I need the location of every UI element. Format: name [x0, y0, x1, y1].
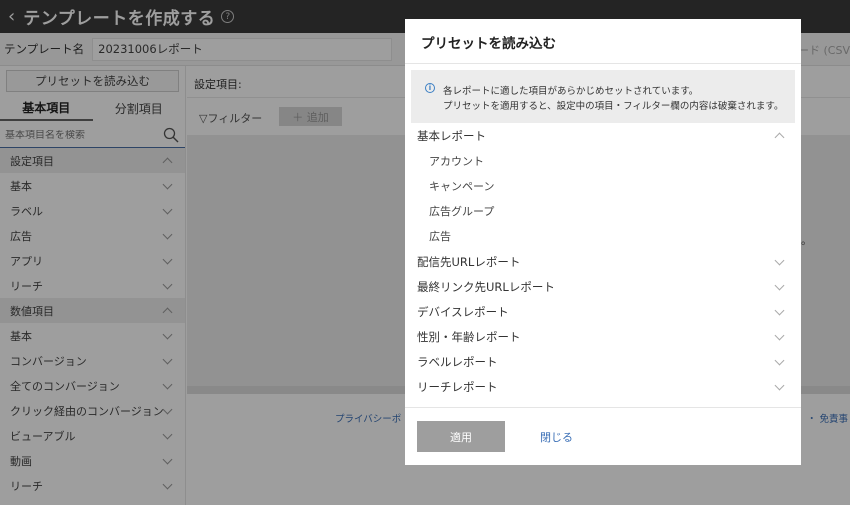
preset-group[interactable]: 配信先URLレポート	[405, 249, 801, 274]
chevron-down-icon	[774, 280, 785, 291]
chevron-down-icon	[774, 305, 785, 316]
preset-list: 基本レポートアカウントキャンペーン 広告グループ 広告配信先URLレポート最終リンク…	[405, 123, 801, 400]
preset-label: 広告グループ	[429, 205, 495, 219]
close-button[interactable]: 閉じる	[540, 429, 573, 445]
preset-dialog: プリセットを読み込む i 各レポートに適した項目があらかじめセットされています。…	[405, 19, 801, 465]
info-icon: i	[425, 83, 435, 93]
preset-group[interactable]: リーチレポート	[405, 375, 801, 400]
chevron-down-icon	[774, 381, 785, 391]
preset-label: 性別・年齢レポート	[417, 330, 521, 345]
preset-label: 基本レポート	[417, 128, 486, 143]
preset-label: 配信先URLレポート	[417, 254, 521, 269]
preset-group[interactable]: 基本レポート	[405, 123, 801, 148]
preset-label: 広告	[429, 230, 451, 244]
preset-label: キャンペーン	[429, 179, 495, 193]
preset-group[interactable]: 性別・年齢レポート	[405, 325, 801, 350]
divider	[405, 407, 801, 408]
preset-label: ラベルレポート	[417, 355, 498, 370]
preset-label: リーチレポート	[417, 380, 498, 395]
divider	[405, 63, 801, 64]
chevron-down-icon	[774, 330, 785, 341]
info-text-2: プリセットを適用すると、設定中の項目・フィルター欄の内容は破棄されます。	[443, 101, 784, 112]
preset-group[interactable]: 最終リンク先URLレポート	[405, 274, 801, 299]
preset-option[interactable]: 広告グループ	[405, 199, 801, 224]
preset-group[interactable]: ラベルレポート	[405, 350, 801, 375]
chevron-down-icon	[774, 355, 785, 366]
preset-option[interactable]: キャンペーン	[405, 173, 801, 198]
preset-label: デバイスレポート	[417, 304, 509, 319]
chevron-up-icon	[774, 132, 785, 143]
dialog-title: プリセットを読み込む	[421, 36, 556, 52]
info-text-1: 各レポートに適した項目があらかじめセットされています。	[443, 86, 699, 97]
chevron-down-icon	[774, 255, 785, 265]
preset-group[interactable]: デバイスレポート	[405, 299, 801, 324]
preset-option[interactable]: アカウント	[405, 148, 801, 173]
preset-option[interactable]: 広告	[405, 224, 801, 249]
preset-label: アカウント	[429, 154, 484, 168]
preset-label: 最終リンク先URLレポート	[417, 279, 555, 294]
info-box: i 各レポートに適した項目があらかじめセットされています。 プリセットを適用する…	[411, 70, 795, 123]
apply-button[interactable]: 適用	[417, 421, 505, 452]
